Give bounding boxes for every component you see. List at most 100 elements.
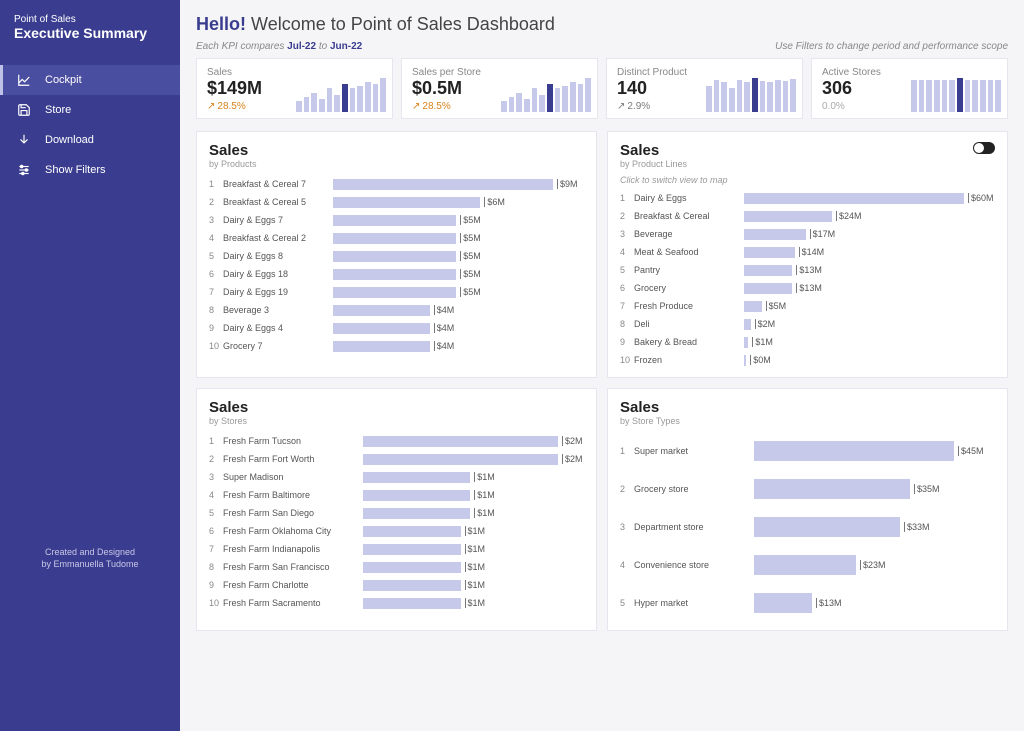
row-label: Beverage 3: [223, 305, 333, 315]
bar-row[interactable]: 8Deli$2M: [620, 315, 995, 333]
bar-row[interactable]: 2Fresh Farm Fort Worth$2M: [209, 450, 584, 468]
compare-period-a: Jul-22: [287, 41, 316, 52]
row-value: $1M: [474, 490, 495, 500]
kpi-delta-value: 0.0%: [822, 101, 845, 112]
app-root: Point of Sales Executive Summary Cockpit…: [0, 0, 1024, 731]
bar-row[interactable]: 9Dairy & Eggs 4$4M: [209, 319, 584, 337]
sidebar-item-store[interactable]: Store: [0, 95, 180, 125]
row-label: Fresh Farm Oklahoma City: [223, 526, 363, 536]
bar-row[interactable]: 5Hyper market$13M: [620, 584, 995, 622]
bar-row[interactable]: 7Dairy & Eggs 19$5M: [209, 283, 584, 301]
row-index: 8: [209, 305, 223, 315]
sidebar-item-filters[interactable]: Show Filters: [0, 155, 180, 185]
bar-track: $1M: [363, 490, 584, 501]
bar-row[interactable]: 4Meat & Seafood$14M: [620, 243, 995, 261]
bar-row[interactable]: 3Department store$33M: [620, 508, 995, 546]
card-title: Sales: [620, 142, 995, 159]
row-value: $4M: [434, 341, 455, 351]
bar-fill: [363, 598, 461, 609]
kpi-sales-per-store[interactable]: Sales per Store $0.5M ↗ 28.5%: [401, 58, 598, 119]
kpi-delta-value: 28.5%: [422, 101, 450, 112]
welcome-text: Welcome to Point of Sales Dashboard: [251, 14, 555, 34]
main-content: Hello! Welcome to Point of Sales Dashboa…: [180, 0, 1024, 731]
bar-row[interactable]: 6Grocery$13M: [620, 279, 995, 297]
row-value: $1M: [465, 544, 486, 554]
bar-row[interactable]: 7Fresh Produce$5M: [620, 297, 995, 315]
bar-track: $5M: [333, 251, 584, 262]
sidebar-item-label: Show Filters: [45, 164, 106, 176]
bar-row[interactable]: 10Fresh Farm Sacramento$1M: [209, 594, 584, 612]
bar-row[interactable]: 3Beverage$17M: [620, 225, 995, 243]
row-index: 8: [209, 562, 223, 572]
row-label: Breakfast & Cereal: [634, 211, 744, 221]
row-label: Beverage: [634, 229, 744, 239]
bar-row[interactable]: 4Convenience store$23M: [620, 546, 995, 584]
bar-row[interactable]: 4Breakfast & Cereal 2$5M: [209, 229, 584, 247]
bar-row[interactable]: 10Frozen$0M: [620, 351, 995, 369]
kpi-sales[interactable]: Sales $149M ↗ 28.5%: [196, 58, 393, 119]
bar-track: $1M: [363, 580, 584, 591]
bar-row[interactable]: 5Dairy & Eggs 8$5M: [209, 247, 584, 265]
row-label: Bakery & Bread: [634, 337, 744, 347]
row-value: $2M: [562, 436, 583, 446]
row-index: 8: [620, 319, 634, 329]
bar-track: $1M: [363, 598, 584, 609]
bar-fill: [363, 544, 461, 555]
bar-row[interactable]: 2Breakfast & Cereal 5$6M: [209, 193, 584, 211]
map-toggle[interactable]: [973, 142, 995, 154]
filter-hint: Use Filters to change period and perform…: [775, 41, 1008, 52]
row-value: $5M: [460, 269, 481, 279]
bar-row[interactable]: 2Breakfast & Cereal$24M: [620, 207, 995, 225]
bar-row[interactable]: 10Grocery 7$4M: [209, 337, 584, 355]
row-index: 6: [620, 283, 634, 293]
row-value: $1M: [752, 337, 773, 347]
bar-row[interactable]: 1Dairy & Eggs$60M: [620, 189, 995, 207]
row-label: Dairy & Eggs 19: [223, 287, 333, 297]
row-value: $24M: [836, 211, 862, 221]
card-grid: Sales by Products 1Breakfast & Cereal 7$…: [196, 131, 1008, 631]
bar-row[interactable]: 3Super Madison$1M: [209, 468, 584, 486]
bar-row[interactable]: 7Fresh Farm Indianapolis$1M: [209, 540, 584, 558]
bar-row[interactable]: 9Fresh Farm Charlotte$1M: [209, 576, 584, 594]
row-value: $5M: [460, 287, 481, 297]
bar-row[interactable]: 5Pantry$13M: [620, 261, 995, 279]
bar-fill: [363, 526, 461, 537]
bar-track: $9M: [333, 179, 584, 190]
card-subtitle: by Store Types: [620, 416, 995, 426]
bar-row[interactable]: 1Fresh Farm Tucson$2M: [209, 432, 584, 450]
bar-track: $5M: [333, 215, 584, 226]
bar-row[interactable]: 8Beverage 3 $4M: [209, 301, 584, 319]
bar-track: $4M: [333, 341, 584, 352]
kpi-active-stores[interactable]: Active Stores 306 0.0%: [811, 58, 1008, 119]
row-value: $33M: [904, 522, 930, 532]
bar-row[interactable]: 6Dairy & Eggs 18$5M: [209, 265, 584, 283]
bar-track: $1M: [744, 337, 995, 348]
row-label: Fresh Farm Baltimore: [223, 490, 363, 500]
row-index: 5: [620, 598, 634, 608]
row-value: $13M: [796, 283, 822, 293]
sidebar-item-download[interactable]: Download: [0, 125, 180, 155]
bar-row[interactable]: 6Fresh Farm Oklahoma City$1M: [209, 522, 584, 540]
bar-row[interactable]: 5Fresh Farm San Diego$1M: [209, 504, 584, 522]
row-label: Breakfast & Cereal 7: [223, 179, 333, 189]
arrow-up-icon: ↗: [617, 101, 625, 112]
bar-row[interactable]: 1Breakfast & Cereal 7$9M: [209, 175, 584, 193]
sidebar-item-cockpit[interactable]: Cockpit: [0, 65, 180, 95]
row-value: $4M: [434, 305, 455, 315]
row-label: Fresh Farm San Francisco: [223, 562, 363, 572]
row-label: Fresh Farm Charlotte: [223, 580, 363, 590]
bar-track: $2M: [363, 454, 584, 465]
row-index: 10: [209, 598, 223, 608]
bar-row[interactable]: 9Bakery & Bread$1M: [620, 333, 995, 351]
bar-fill: [333, 269, 456, 280]
sidebar-item-label: Download: [45, 134, 94, 146]
bar-row[interactable]: 8Fresh Farm San Francisco$1M: [209, 558, 584, 576]
bar-row[interactable]: 1Super market$45M: [620, 432, 995, 470]
kpi-sparkline: [706, 69, 796, 112]
bar-row[interactable]: 4Fresh Farm Baltimore$1M: [209, 486, 584, 504]
bar-row[interactable]: 2Grocery store$35M: [620, 470, 995, 508]
bar-row[interactable]: 3Dairy & Eggs 7$5M: [209, 211, 584, 229]
kpi-distinct-product[interactable]: Distinct Product 140 ↗ 2.9%: [606, 58, 803, 119]
sliders-icon: [17, 163, 31, 177]
bar-list: 1Breakfast & Cereal 7$9M2Breakfast & Cer…: [209, 175, 584, 355]
